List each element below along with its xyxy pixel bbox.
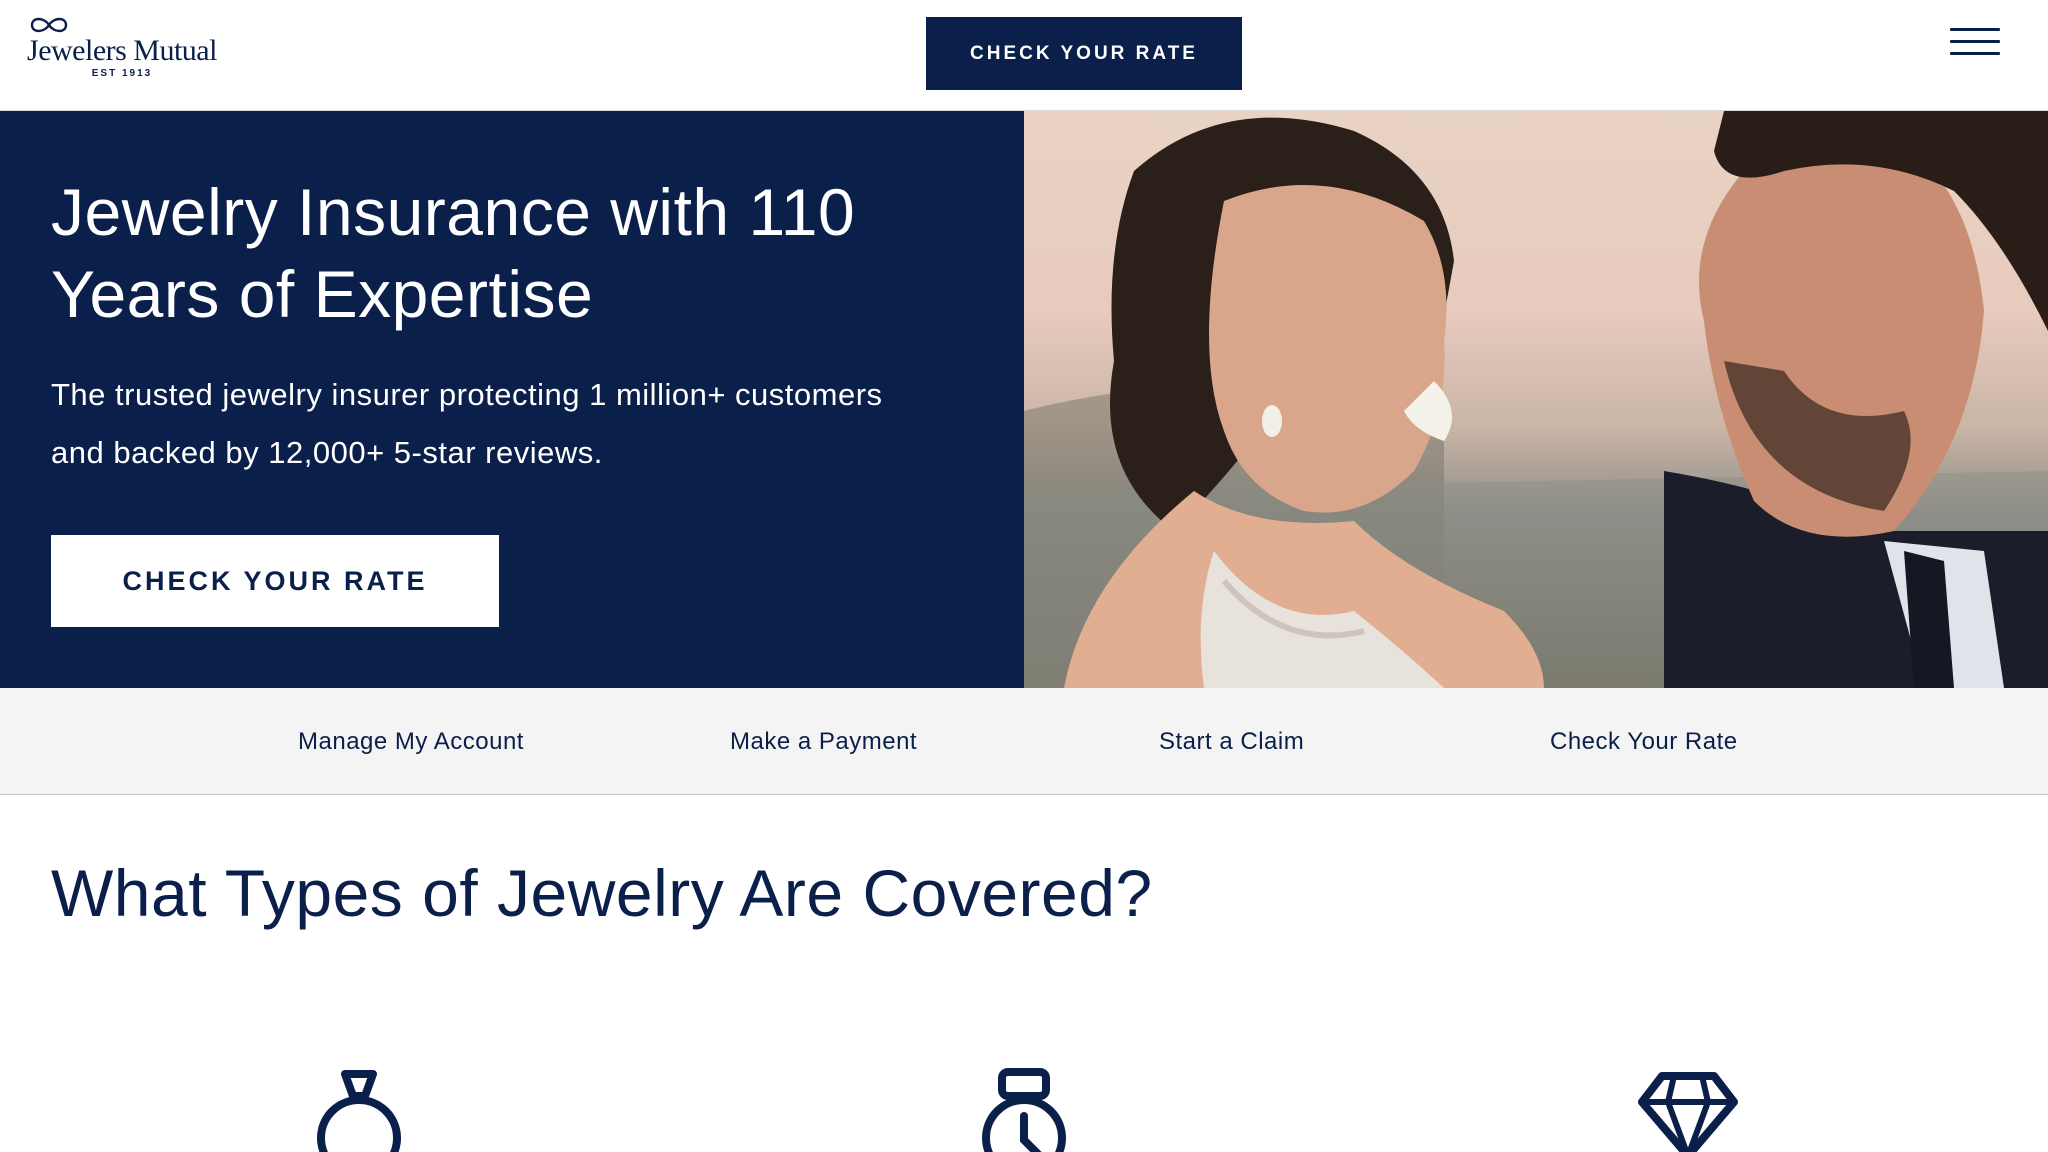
hero-check-rate-button[interactable]: CHECK YOUR RATE <box>51 535 499 627</box>
quick-link-make-payment[interactable]: Make a Payment <box>730 688 917 795</box>
watch-icon[interactable] <box>974 1066 1074 1152</box>
couple-smiling-photo <box>1024 111 2048 688</box>
header-check-rate-button[interactable]: CHECK YOUR RATE <box>926 17 1242 90</box>
quick-link-start-claim[interactable]: Start a Claim <box>1159 688 1304 795</box>
quick-link-check-rate[interactable]: Check Your Rate <box>1550 688 1738 795</box>
jewelers-mutual-logo[interactable]: Jewelers Mutual EST 1913 <box>24 14 220 86</box>
site-header: Jewelers Mutual EST 1913 CHECK YOUR RATE <box>0 0 2048 111</box>
hero-text-panel: Jewelry Insurance with 110 Years of Expe… <box>0 111 1024 688</box>
jewelry-types-heading: What Types of Jewelry Are Covered? <box>51 856 1153 930</box>
quick-link-manage-account[interactable]: Manage My Account <box>298 688 524 795</box>
diamond-icon[interactable] <box>1638 1066 1738 1152</box>
infinity-logo-icon <box>30 17 68 33</box>
hamburger-icon[interactable] <box>1950 28 2000 64</box>
hero-title: Jewelry Insurance with 110 Years of Expe… <box>51 175 856 331</box>
hero-section: Jewelry Insurance with 110 Years of Expe… <box>0 111 2048 688</box>
logo-wordmark: Jewelers Mutual <box>27 34 217 67</box>
hero-subtitle: The trusted jewelry insurer protecting 1… <box>51 377 883 470</box>
ring-icon[interactable] <box>309 1066 409 1152</box>
quick-links-bar: Manage My Account Make a Payment Start a… <box>0 688 2048 795</box>
logo-established: EST 1913 <box>91 68 153 79</box>
